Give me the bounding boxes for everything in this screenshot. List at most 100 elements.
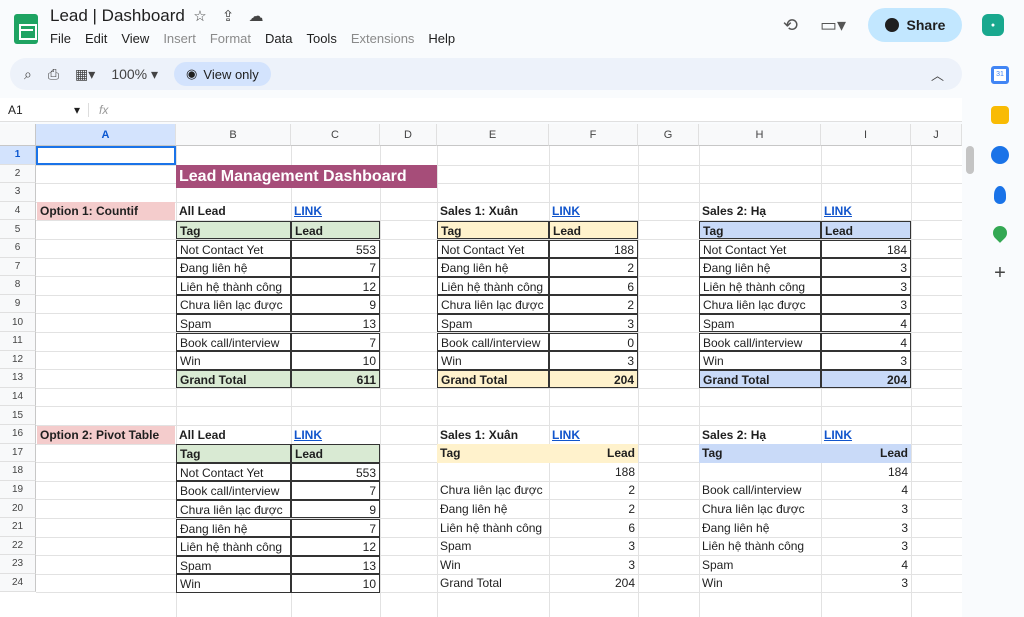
row-header-8[interactable]: 8 [0, 276, 36, 295]
tasks-icon[interactable] [991, 146, 1009, 164]
zoom-select[interactable]: 100% ▾ [111, 66, 158, 83]
pivot-sales1-link[interactable]: LINK [549, 426, 638, 445]
column-header-d[interactable]: D [380, 124, 437, 146]
row-header-18[interactable]: 18 [0, 462, 36, 481]
row-header-10[interactable]: 10 [0, 313, 36, 332]
pivot-all-link[interactable]: LINK [291, 426, 380, 445]
row-header-22[interactable]: 22 [0, 536, 36, 556]
row-header-21[interactable]: 21 [0, 518, 36, 537]
print-icon[interactable]: ⎙ [48, 66, 59, 83]
row-header-3[interactable]: 3 [0, 183, 36, 202]
row-header-11[interactable]: 11 [0, 332, 36, 351]
row-header-4[interactable]: 4 [0, 201, 36, 221]
add-addon-icon[interactable]: + [994, 262, 1006, 285]
view-only-button[interactable]: ◉ View only [174, 62, 271, 86]
move-icon[interactable]: ⇪ [218, 6, 238, 26]
menu-edit[interactable]: Edit [85, 31, 107, 46]
countif-all-tag-cell: Spam [176, 313, 291, 333]
sheet-grid[interactable]: A B C D E F G H I J 1 2 3 4 5 6 7 8 9 10 11 12 13 14 15 16 17 18 19 2… [0, 124, 962, 617]
select-all-corner[interactable] [0, 124, 36, 146]
row-header-13[interactable]: 13 [0, 369, 36, 388]
row-header-20[interactable]: 20 [0, 499, 36, 518]
row-header-12[interactable]: 12 [0, 350, 36, 370]
menu-view[interactable]: View [121, 31, 149, 46]
pivot-all-value-cell: 13 [291, 555, 380, 575]
pivot-all-tag-cell: Spam [176, 555, 291, 575]
row-header-2[interactable]: 2 [0, 164, 36, 184]
name-box[interactable]: A1 ▾ [0, 103, 88, 117]
column-header-f[interactable]: F [549, 124, 638, 146]
menu-help[interactable]: Help [428, 31, 455, 46]
star-icon[interactable]: ☆ [190, 6, 210, 26]
vertical-scrollbar[interactable] [966, 146, 974, 174]
row-header-15[interactable]: 15 [0, 406, 36, 425]
row-header-16[interactable]: 16 [0, 425, 36, 444]
menu-file[interactable]: File [50, 31, 71, 46]
pivot-all-tag-cell: Liên hệ thành công [176, 537, 291, 556]
pivot-all-tag-cell: Book call/interview [176, 481, 291, 500]
countif-all-title: All Lead [179, 204, 226, 219]
column-header-h[interactable]: H [699, 124, 821, 146]
search-icon[interactable]: ⌕ [24, 66, 32, 83]
history-icon[interactable]: ⟲ [783, 15, 798, 36]
countif-sales1-link[interactable]: LINK [549, 202, 638, 221]
chevron-up-icon[interactable]: ︿ [931, 65, 944, 84]
formula-bar: A1 ▾ fx [0, 98, 962, 122]
countif-sales2-link[interactable]: LINK [821, 202, 911, 221]
column-header-g[interactable]: G [638, 124, 699, 146]
option-2-label: Option 2: Pivot Table [37, 425, 175, 444]
row-header-14[interactable]: 14 [0, 387, 36, 407]
column-header-a[interactable]: A [36, 124, 176, 146]
countif-sales2-value-cell: 3 [821, 295, 911, 314]
meet-icon[interactable]: ▭▾ [820, 15, 846, 36]
sheets-logo-icon[interactable] [14, 14, 38, 44]
pivot-sales2-value-cell: 3 [901, 539, 908, 554]
column-header-c[interactable]: C [291, 124, 380, 146]
row-header-24[interactable]: 24 [0, 573, 36, 593]
column-header-e[interactable]: E [437, 124, 549, 146]
countif-sales1-tag-header: Tag [437, 220, 549, 240]
document-title[interactable]: Lead | Dashboard [50, 6, 185, 26]
selected-cell-a1[interactable] [36, 146, 176, 165]
format-view-icon[interactable]: ▦▾ [75, 66, 95, 83]
row-header-7[interactable]: 7 [0, 257, 36, 277]
column-header-i[interactable]: I [821, 124, 911, 146]
keep-icon[interactable] [991, 106, 1009, 124]
row-header-9[interactable]: 9 [0, 294, 36, 314]
pivot-all-value-cell: 9 [291, 499, 380, 519]
countif-sales2-tag-cell: Spam [699, 313, 821, 333]
toolbar: ⌕ ⎙ ▦▾ 100% ▾ ◉ View only ︿ [10, 58, 962, 90]
row-header-23[interactable]: 23 [0, 555, 36, 574]
pivot-sales2-link[interactable]: LINK [821, 426, 911, 445]
pivot-sales1-tag-cell: Spam [440, 539, 472, 554]
countif-all-link[interactable]: LINK [291, 202, 380, 221]
menu-tools[interactable]: Tools [306, 31, 336, 46]
gridline [380, 146, 381, 617]
row-header-5[interactable]: 5 [0, 220, 36, 239]
countif-sales1-tag-cell: Not Contact Yet [437, 239, 549, 258]
menu-bar: File Edit View Insert Format Data Tools Extensi… [50, 31, 455, 46]
pivot-sales1-tag-cell: Win [440, 557, 461, 572]
countif-all-value-cell: 12 [291, 276, 380, 296]
countif-all-tag-header: Tag [176, 220, 291, 240]
contacts-icon[interactable] [994, 186, 1006, 204]
cloud-status-icon[interactable]: ☁ [246, 6, 266, 26]
row-header-19[interactable]: 19 [0, 480, 36, 500]
column-header-j[interactable]: J [911, 124, 962, 146]
menu-insert[interactable]: Insert [163, 31, 196, 46]
countif-sales1-tag-cell: Book call/interview [437, 332, 549, 351]
calendar-icon[interactable]: 31 [991, 66, 1009, 84]
share-button[interactable]: Share [868, 8, 962, 42]
row-header-17[interactable]: 17 [0, 443, 36, 463]
row-header-1[interactable]: 1 [0, 146, 36, 165]
countif-sales2-total-label: Grand Total [699, 369, 821, 389]
name-box-value: A1 [8, 102, 23, 117]
column-header-b[interactable]: B [176, 124, 291, 146]
countif-all-total-label: Grand Total [176, 369, 291, 389]
maps-icon[interactable] [990, 223, 1010, 243]
menu-data[interactable]: Data [265, 31, 292, 46]
account-avatar[interactable]: ● [982, 14, 1004, 36]
row-header-6[interactable]: 6 [0, 239, 36, 258]
menu-format[interactable]: Format [210, 31, 251, 46]
menu-extensions[interactable]: Extensions [351, 31, 415, 46]
